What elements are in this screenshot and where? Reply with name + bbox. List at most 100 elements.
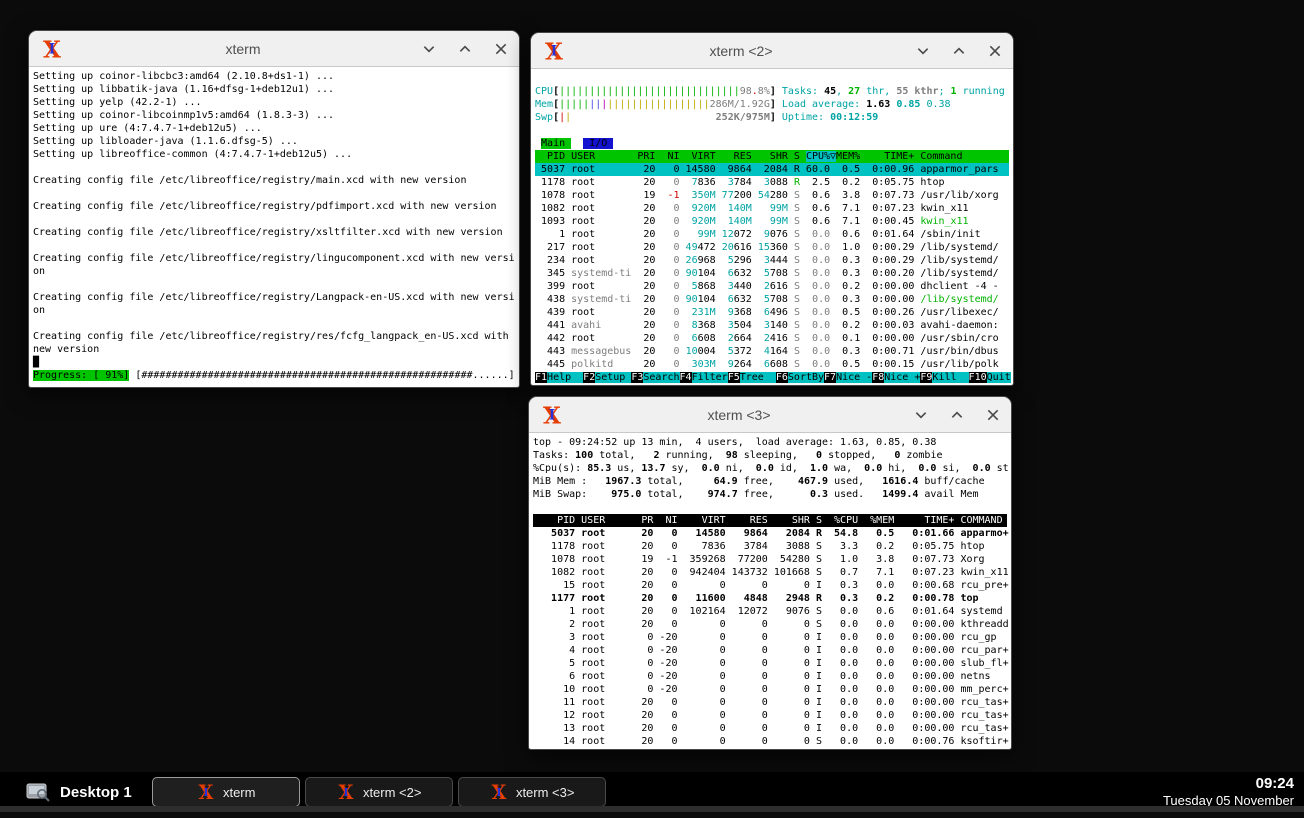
terminal-line: CPU[||||||||||||||||||||||||||||||98.8%]… — [535, 85, 1009, 98]
terminal-line: Setting up coinor-libcoinmp1v5:amd64 (1.… — [33, 109, 515, 122]
titlebar[interactable]: XIxterm <3> — [529, 397, 1011, 433]
xterm-icon: XI — [539, 402, 565, 428]
window-controls — [915, 43, 1003, 59]
taskbar: Desktop 1 XIxtermXIxterm <2>XIxterm <3> … — [0, 772, 1304, 812]
taskbar-button-1[interactable]: XI xterm — [152, 777, 300, 807]
terminal-content[interactable]: CPU[||||||||||||||||||||||||||||||98.8%]… — [533, 70, 1011, 384]
terminal-line: 217 root 20 0 49472 20616 15360 S 0.0 1.… — [535, 241, 1009, 254]
terminal-line: Creating config file /etc/libreoffice/re… — [33, 200, 515, 213]
window-title: xterm — [65, 41, 421, 57]
terminal-line: Setting up libbatik-java (1.16+dfsg-1+de… — [33, 83, 515, 96]
terminal-line: 443 messagebus 20 0 10004 5372 4164 S 0.… — [535, 345, 1009, 358]
panel-edge-strip — [0, 806, 1304, 812]
terminal-line: MiB Mem : 1967.3 total, 64.9 free, 467.9… — [533, 475, 1007, 488]
taskbar-button-3[interactable]: XI xterm <3> — [458, 777, 606, 807]
taskbar-button-label: xterm <3> — [516, 785, 575, 800]
terminal-line: PID USER PR NI VIRT RES SHR S %CPU %MEM … — [533, 514, 1007, 527]
maximize-button[interactable] — [949, 407, 965, 423]
taskbar-window-list: XIxtermXIxterm <2>XIxterm <3> — [152, 777, 606, 807]
window-title: xterm <2> — [567, 43, 915, 59]
terminal-line: 2 root 20 0 0 0 0 S 0.0 0.0 0:00.00 kthr… — [533, 618, 1007, 631]
terminal-line: 6 root 0 -20 0 0 0 I 0.0 0.0 0:00.00 net… — [533, 670, 1007, 683]
desktop: Desktop 1 XIxtermXIxterm <2>XIxterm <3> … — [0, 0, 1304, 818]
terminal-line: 3 root 0 -20 0 0 0 I 0.0 0.0 0:00.00 rcu… — [533, 631, 1007, 644]
window-controls — [421, 41, 509, 57]
terminal-line: Progress: [ 91%] [######################… — [33, 369, 515, 382]
window-xterm3: XIxterm <3> top - 09:24:52 up 13 min, 4 u… — [528, 396, 1012, 750]
close-button[interactable] — [493, 41, 509, 57]
terminal-line: 4 root 0 -20 0 0 0 I 0.0 0.0 0:00.00 rcu… — [533, 644, 1007, 657]
terminal-line: 5037 root 20 0 14580 9864 2084 R 54.8 0.… — [533, 527, 1007, 540]
terminal-line: 1078 root 19 -1 350M 77200 54280 S 0.6 3… — [535, 189, 1009, 202]
minimize-button[interactable] — [421, 41, 437, 57]
maximize-button[interactable] — [951, 43, 967, 59]
terminal-line: 1082 root 20 0 942404 143732 101668 S 0.… — [533, 566, 1007, 579]
terminal-line — [33, 187, 515, 200]
minimize-button[interactable] — [913, 407, 929, 423]
titlebar[interactable]: XIxterm <2> — [531, 33, 1013, 69]
terminal-line: 13 root 20 0 0 0 0 I 0.0 0.0 0:00.00 rcu… — [533, 722, 1007, 735]
terminal-content[interactable]: Setting up coinor-libcbc3:amd64 (2.10.8+… — [31, 68, 517, 386]
terminal-line: 14 root 20 0 0 0 0 S 0.0 0.0 0:00.76 kso… — [533, 735, 1007, 748]
maximize-button[interactable] — [457, 41, 473, 57]
terminal-line — [33, 317, 515, 330]
xterm-icon: XI — [489, 782, 509, 802]
terminal-line: top - 09:24:52 up 13 min, 4 users, load … — [533, 436, 1007, 449]
terminal-line: 5 root 0 -20 0 0 0 I 0.0 0.0 0:00.00 slu… — [533, 657, 1007, 670]
terminal-line: Setting up coinor-libcbc3:amd64 (2.10.8+… — [33, 70, 515, 83]
xterm-icon: XI — [39, 36, 65, 62]
clock: 09:24 Tuesday 05 November — [1163, 775, 1294, 810]
terminal-line: Creating config file /etc/libreoffice/re… — [33, 330, 515, 343]
terminal-line: 15 root 20 0 0 0 0 I 0.3 0.0 0:00.68 rcu… — [533, 579, 1007, 592]
terminal-line: 1178 root 20 0 7836 3784 3088 R 2.5 0.2 … — [535, 176, 1009, 189]
window-xterm1: XIxterm Setting up coinor-libcbc3:amd64 (… — [28, 30, 520, 388]
window-title: xterm <3> — [565, 407, 913, 423]
terminal-line: Tasks: 100 total, 2 running, 98 sleeping… — [533, 449, 1007, 462]
terminal-line: 11 root 20 0 0 0 0 I 0.0 0.0 0:00.00 rcu… — [533, 696, 1007, 709]
svg-text:I: I — [549, 407, 555, 423]
terminal-line: Setting up yelp (42.2-1) ... — [33, 96, 515, 109]
terminal-line: 438 systemd-ti 20 0 90104 6632 5708 S 0.… — [535, 293, 1009, 306]
minimize-button[interactable] — [915, 43, 931, 59]
terminal-line: 1 root 20 0 99M 12072 9076 S 0.0 0.6 0:0… — [535, 228, 1009, 241]
terminal-line: 441 avahi 20 0 8368 3504 3140 S 0.0 0.2 … — [535, 319, 1009, 332]
terminal-line: 399 root 20 0 5868 3440 2616 S 0.0 0.2 0… — [535, 280, 1009, 293]
terminal-line: █ — [33, 356, 515, 369]
terminal-content[interactable]: top - 09:24:52 up 13 min, 4 users, load … — [531, 434, 1009, 748]
terminal-line: 1178 root 20 0 7836 3784 3088 S 3.3 0.2 … — [533, 540, 1007, 553]
terminal-line: MiB Swap: 975.0 total, 974.7 free, 0.3 u… — [533, 488, 1007, 501]
terminal-line — [33, 278, 515, 291]
svg-text:I: I — [203, 785, 208, 799]
terminal-line: 1177 root 20 0 11600 4848 2948 R 0.3 0.2… — [533, 592, 1007, 605]
terminal-line: 1 root 20 0 102164 12072 9076 S 0.0 0.6 … — [533, 605, 1007, 618]
close-button[interactable] — [985, 407, 1001, 423]
terminal-line: 345 systemd-ti 20 0 90104 6632 5708 S 0.… — [535, 267, 1009, 280]
xterm-icon: XI — [336, 782, 356, 802]
terminal-line: 442 root 20 0 6608 2664 2416 S 0.0 0.1 0… — [535, 332, 1009, 345]
terminal-line: Main I/O — [535, 137, 1009, 150]
terminal-line: F1Help F2Setup F3SearchF4FilterF5Tree F6… — [535, 371, 1009, 384]
terminal-line: 10 root 0 -20 0 0 0 I 0.0 0.0 0:00.00 mm… — [533, 683, 1007, 696]
terminal-line: Creating config file /etc/libreoffice/re… — [33, 226, 515, 239]
svg-text:I: I — [496, 785, 501, 799]
terminal-line: Swp[|| 252K/975M] Uptime: 00:12:59 — [535, 111, 1009, 124]
terminal-line: on — [33, 304, 515, 317]
titlebar[interactable]: XIxterm — [29, 31, 519, 67]
close-button[interactable] — [987, 43, 1003, 59]
taskbar-button-label: xterm — [223, 785, 256, 800]
taskbar-button-2[interactable]: XIxterm <2> — [305, 777, 453, 807]
svg-text:I: I — [551, 43, 557, 59]
terminal-line — [33, 239, 515, 252]
clock-time: 09:24 — [1163, 775, 1294, 794]
terminal-line: on — [33, 265, 515, 278]
terminal-line: 1078 root 19 -1 359268 77200 54280 S 1.0… — [533, 553, 1007, 566]
xterm-icon: XI — [196, 782, 216, 802]
window-xterm2: XIxterm <2> CPU[|||||||||||||||||||||||||… — [530, 32, 1014, 386]
terminal-line: 234 root 20 0 26968 5296 3444 S 0.0 0.3 … — [535, 254, 1009, 267]
terminal-line — [535, 72, 1009, 85]
svg-text:I: I — [49, 41, 55, 57]
terminal-line: Mem[|||||||||||||||||||||||||286M/1.92G]… — [535, 98, 1009, 111]
desktop-pager-icon[interactable] — [26, 782, 50, 802]
terminal-line: new version — [33, 343, 515, 356]
terminal-line — [33, 213, 515, 226]
